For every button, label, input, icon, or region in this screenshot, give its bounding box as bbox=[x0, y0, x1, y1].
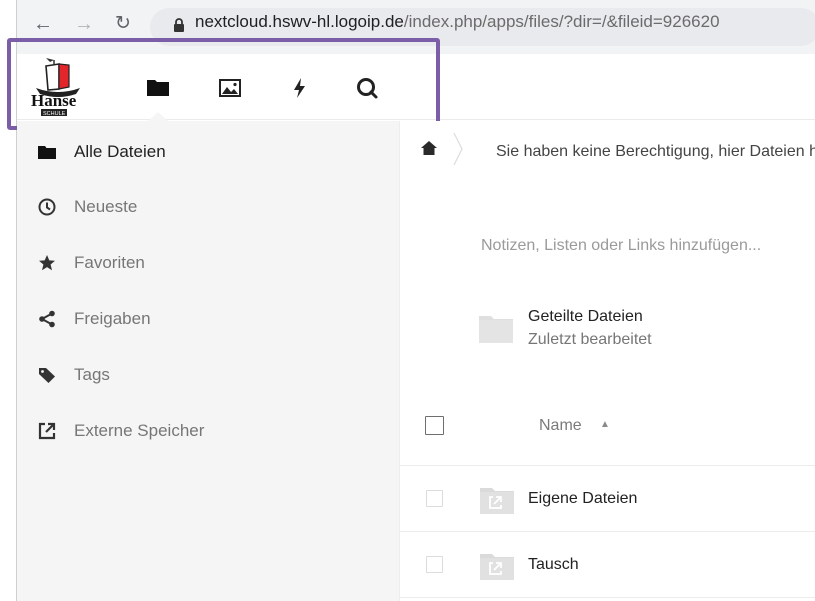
sidebar-item-label: Freigaben bbox=[74, 309, 151, 328]
url-text[interactable]: nextcloud.hswv-hl.logoip.de/index.php/ap… bbox=[195, 12, 720, 32]
row-checkbox[interactable] bbox=[426, 556, 443, 573]
file-name[interactable]: Eigene Dateien bbox=[528, 490, 637, 508]
table-row[interactable]: Tausch bbox=[400, 532, 815, 598]
highlight-annotation-box bbox=[7, 38, 440, 130]
sidebar: Alle Dateien Neueste Favoriten Freigaben… bbox=[17, 121, 400, 601]
external-folder-icon bbox=[480, 554, 514, 580]
sidebar-item-externe-speicher[interactable]: Externe Speicher bbox=[17, 411, 400, 451]
url-path: /index.php/apps/files/?dir=/&fileid=9266… bbox=[403, 12, 720, 31]
main-content: Sie haben keine Berechtigung, hier Datei… bbox=[400, 121, 815, 601]
sidebar-item-neueste[interactable]: Neueste bbox=[17, 187, 400, 227]
recent-item-subtitle: Zuletzt bearbeitet bbox=[528, 331, 652, 348]
share-icon bbox=[37, 309, 57, 329]
recent-item-name[interactable]: Geteilte Dateien bbox=[528, 308, 643, 326]
reload-icon[interactable]: ↻ bbox=[115, 14, 131, 34]
sidebar-item-alle-dateien[interactable]: Alle Dateien bbox=[17, 132, 400, 172]
tag-icon bbox=[37, 365, 57, 385]
arrow-right-icon[interactable]: → bbox=[74, 14, 94, 34]
column-header-name[interactable]: Name bbox=[539, 417, 582, 435]
notes-input[interactable]: Notizen, Listen oder Links hinzufügen... bbox=[481, 237, 761, 255]
folder-icon bbox=[37, 142, 57, 162]
clock-icon bbox=[37, 197, 57, 217]
select-all-checkbox[interactable] bbox=[425, 416, 444, 435]
sidebar-item-label: Tags bbox=[74, 365, 110, 384]
file-name[interactable]: Tausch bbox=[528, 556, 579, 574]
sort-ascending-icon[interactable]: ▲ bbox=[600, 419, 610, 430]
sidebar-item-tags[interactable]: Tags bbox=[17, 355, 400, 395]
sidebar-item-favoriten[interactable]: Favoriten bbox=[17, 243, 400, 283]
lock-icon bbox=[174, 18, 184, 32]
breadcrumb-separator bbox=[453, 132, 463, 166]
folder-icon[interactable] bbox=[479, 314, 513, 343]
sidebar-item-label: Externe Speicher bbox=[74, 421, 205, 440]
url-host: nextcloud.hswv-hl.logoip.de bbox=[195, 12, 404, 31]
permission-message: Sie haben keine Berechtigung, hier Datei… bbox=[496, 143, 815, 160]
star-icon bbox=[37, 253, 57, 273]
external-folder-icon bbox=[480, 488, 514, 514]
row-checkbox[interactable] bbox=[426, 490, 443, 507]
sidebar-item-label: Alle Dateien bbox=[74, 142, 166, 161]
home-icon[interactable] bbox=[420, 140, 438, 156]
sidebar-item-label: Neueste bbox=[74, 197, 138, 216]
sidebar-item-freigaben[interactable]: Freigaben bbox=[17, 299, 400, 339]
table-row[interactable]: Eigene Dateien bbox=[400, 466, 815, 532]
external-link-icon bbox=[37, 421, 57, 441]
arrow-left-icon[interactable]: ← bbox=[33, 14, 53, 34]
sidebar-item-label: Favoriten bbox=[74, 253, 145, 272]
